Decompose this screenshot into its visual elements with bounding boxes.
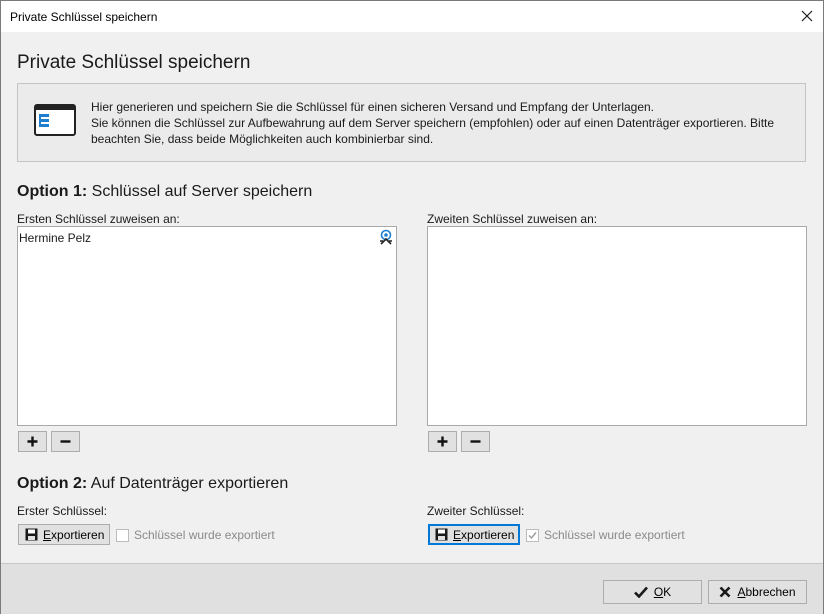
floppy-disk-icon	[25, 528, 38, 541]
id-card-icon	[34, 104, 76, 139]
second-add-button[interactable]	[428, 431, 457, 452]
info-box: Hier generieren und speichern Sie die Sc…	[17, 83, 806, 162]
minus-icon	[470, 440, 481, 443]
first-export-label: Erster Schlüssel:	[17, 504, 108, 518]
checkmark-icon	[528, 531, 537, 539]
option2-title-text: Auf Datenträger exportieren	[87, 475, 289, 492]
dialog-window: Private Schlüssel speichern Private Schl…	[0, 0, 824, 614]
first-add-button[interactable]	[18, 431, 47, 452]
ok-mnemonic: O	[653, 585, 664, 599]
checkbox-label: Schlüssel wurde exportiert	[544, 528, 685, 542]
checkbox-label: Schlüssel wurde exportiert	[134, 528, 275, 542]
cancel-mnemonic: A	[737, 585, 746, 599]
close-button[interactable]	[797, 6, 817, 26]
second-key-list[interactable]	[427, 226, 807, 426]
check-icon	[633, 586, 648, 598]
second-key-label: Zweiten Schlüssel zuweisen an:	[427, 212, 598, 226]
cancel-label: bbrechen	[745, 585, 796, 599]
title-bar[interactable]: Private Schlüssel speichern	[1, 1, 823, 32]
option1-bold: Option 1:	[17, 183, 88, 200]
ok-button[interactable]: OK	[603, 580, 702, 604]
info-line-1: Hier generieren und speichern Sie die Sc…	[91, 100, 655, 114]
minus-icon	[60, 440, 71, 443]
second-exported-checkbox[interactable]: Schlüssel wurde exportiert	[526, 528, 685, 542]
first-key-label: Ersten Schlüssel zuweisen an:	[17, 212, 180, 226]
dialog-content: Private Schlüssel speichern Hier generie…	[1, 32, 823, 563]
window-title: Private Schlüssel speichern	[10, 10, 158, 24]
second-remove-button[interactable]	[461, 431, 490, 452]
plus-icon	[437, 436, 448, 447]
list-item[interactable]: Hermine Pelz	[19, 231, 91, 245]
list-item-name: Hermine Pelz	[19, 231, 92, 245]
plus-icon	[27, 436, 38, 447]
export-mnemonic: E	[453, 527, 462, 542]
first-exported-checkbox[interactable]: Schlüssel wurde exportiert	[116, 528, 275, 542]
export-mnemonic: E	[43, 527, 52, 542]
second-export-button[interactable]: Exportieren	[428, 524, 520, 545]
checkbox-box[interactable]	[526, 528, 539, 542]
floppy-disk-icon	[435, 528, 448, 541]
page-title: Private Schlüssel speichern	[17, 52, 251, 73]
option2-bold: Option 2:	[17, 475, 88, 492]
second-export-label: Zweiter Schlüssel:	[427, 504, 525, 518]
option1-title-text: Schlüssel auf Server speichern	[87, 183, 313, 200]
first-key-list[interactable]: Hermine Pelz	[17, 226, 397, 426]
cancel-x-icon	[719, 586, 731, 598]
key-user-icon	[378, 229, 394, 248]
first-export-button[interactable]: Exportieren	[18, 524, 110, 545]
cancel-button[interactable]: Abbrechen	[708, 580, 807, 604]
option2-title: Option 2: Auf Datenträger exportieren	[17, 475, 288, 493]
export-label: xportieren	[51, 527, 105, 542]
info-text: Hier generieren und speichern Sie die Sc…	[91, 99, 796, 147]
close-icon	[801, 10, 813, 22]
dialog-footer: OK Abbrechen	[1, 563, 823, 614]
option1-title: Option 1: Schlüssel auf Server speichern	[17, 183, 312, 201]
export-label: xportieren	[461, 527, 515, 542]
checkbox-box[interactable]	[116, 528, 129, 542]
first-remove-button[interactable]	[51, 431, 80, 452]
ok-label: K	[663, 585, 672, 599]
info-line-2: Sie können die Schlüssel zur Aufbewahrun…	[91, 116, 775, 146]
